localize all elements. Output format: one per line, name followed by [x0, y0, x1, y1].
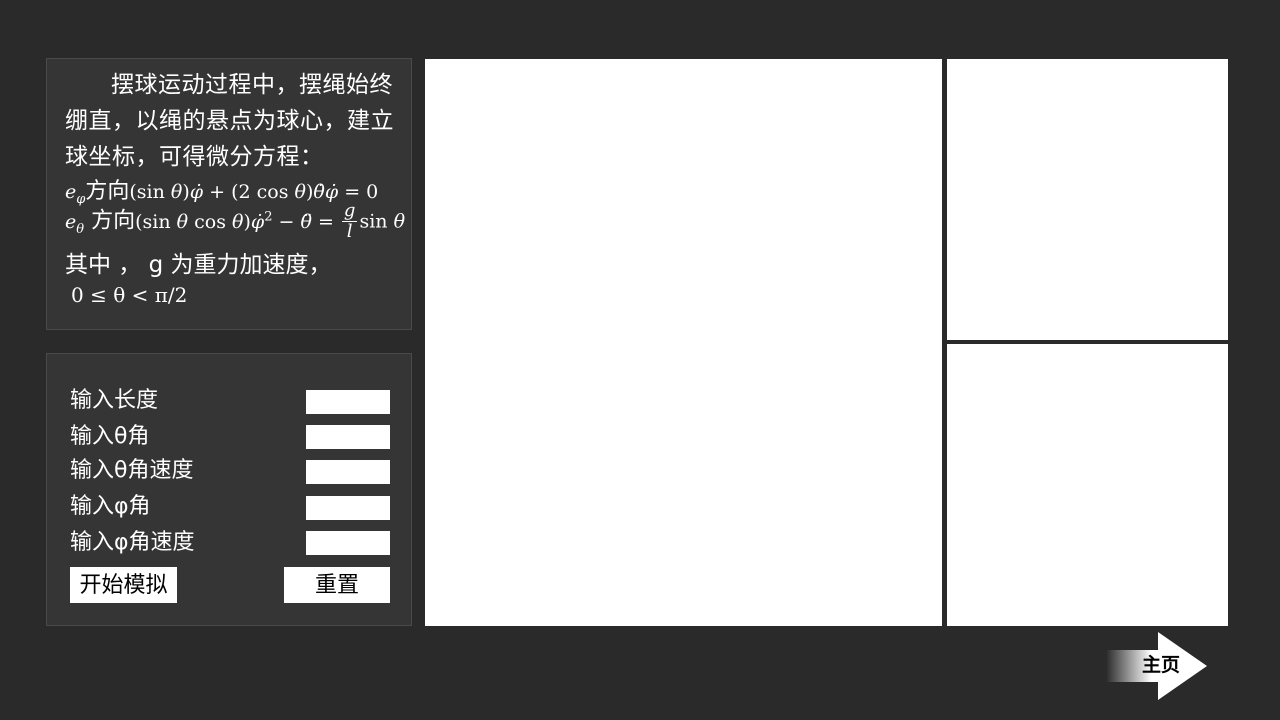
equation-theta: eθ 方向(sin θ cos θ)φ̇2 − θ̈ = g l sin θ: [65, 200, 406, 242]
theta-range: 0 ≤ θ < π/2: [71, 283, 188, 307]
phi-speed-input[interactable]: [306, 531, 390, 555]
controls-panel: 输入长度 输入θ角 输入θ角速度 输入φ角 输入φ角速度 开始模拟 重置: [46, 353, 412, 626]
description-where: 其中 ， g 为重力加速度，: [65, 252, 332, 278]
theta-input[interactable]: [306, 425, 390, 449]
reset-button[interactable]: 重置: [284, 567, 390, 603]
home-button[interactable]: 主页: [1106, 632, 1208, 700]
description-panel: 摆球运动过程中，摆绳始终 绷直，以绳的悬点为球心，建立 球坐标，可得微分方程： …: [46, 58, 412, 330]
theta-speed-label: 输入θ角速度: [70, 458, 194, 483]
phi-input[interactable]: [306, 496, 390, 520]
main-simulation-canvas[interactable]: [425, 59, 942, 626]
phi-label: 输入φ角: [70, 494, 151, 519]
fraction-g-over-l: gl: [341, 200, 358, 242]
start-simulation-button[interactable]: 开始模拟: [70, 567, 177, 603]
length-input[interactable]: [306, 390, 390, 414]
phi-speed-label: 输入φ角速度: [70, 530, 195, 555]
home-label: 主页: [1141, 654, 1180, 676]
length-label: 输入长度: [70, 388, 159, 413]
description-text: 摆球运动过程中，摆绳始终 绷直，以绳的悬点为球心，建立 球坐标，可得微分方程：: [65, 67, 407, 175]
theta-speed-input[interactable]: [306, 460, 390, 484]
description-line-3: 球坐标，可得微分方程：: [65, 144, 324, 170]
equation-theta-prefix: 方向: [91, 208, 136, 234]
description-line-1: 摆球运动过程中，摆绳始终: [111, 72, 393, 98]
theta-label: 输入θ角: [70, 424, 150, 449]
side-view-canvas[interactable]: [947, 344, 1228, 626]
description-line-2: 绷直，以绳的悬点为球心，建立: [65, 108, 394, 134]
top-view-canvas[interactable]: [947, 59, 1228, 340]
